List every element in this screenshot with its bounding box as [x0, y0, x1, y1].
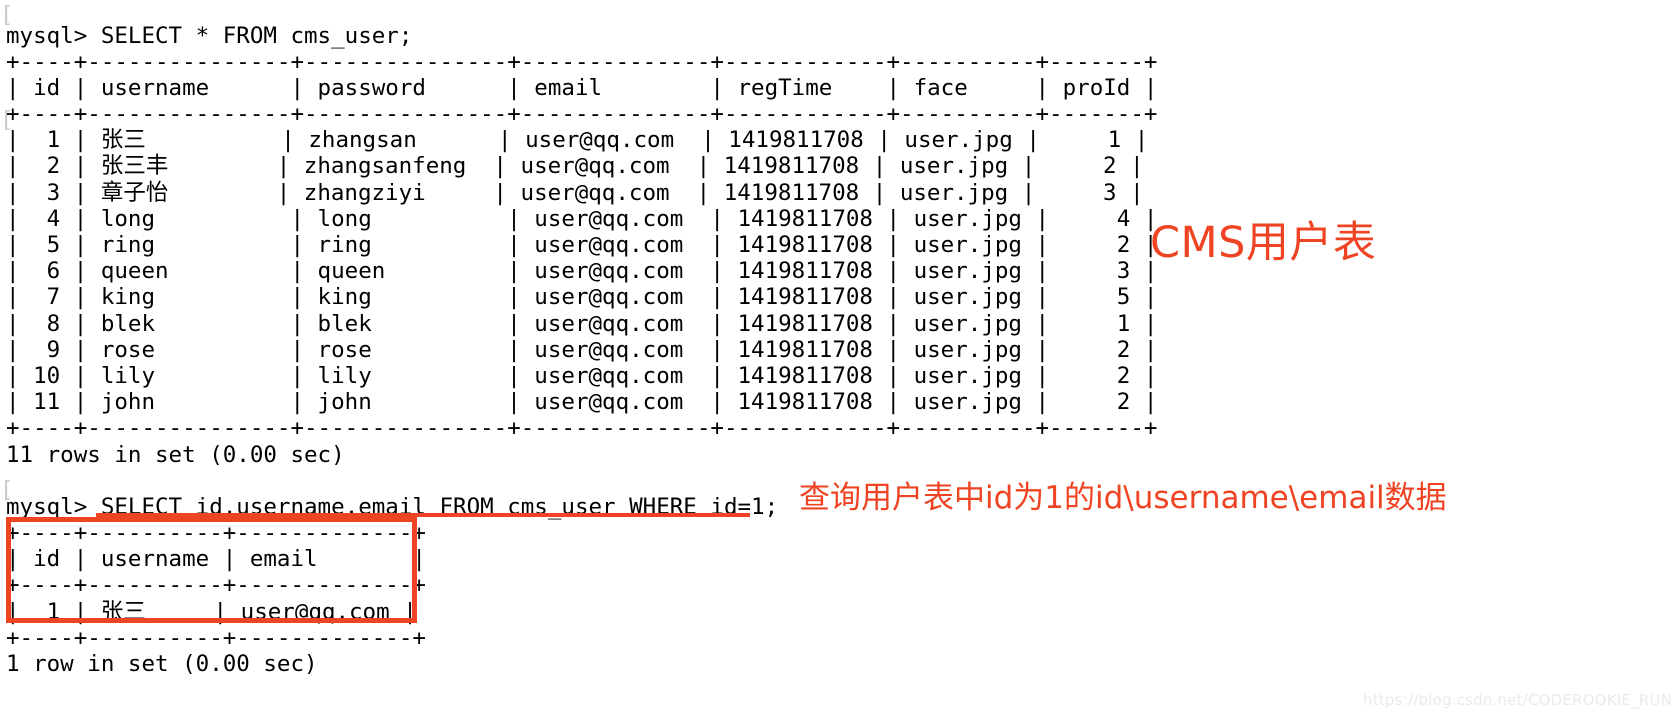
- terminal-line: +----+----------+-------------+: [6, 572, 426, 599]
- terminal-line: | id | username | password | email | reg…: [6, 74, 1158, 101]
- terminal-line: | 11 | john | john | user@qq.com | 14198…: [6, 389, 1158, 416]
- terminal-line: | 1 | 张三 | zhangsan | user@qq.com | 1419…: [6, 127, 1149, 154]
- terminal-line: | 9 | rose | rose | user@qq.com | 141981…: [6, 336, 1158, 363]
- terminal-line: | 6 | queen | queen | user@qq.com | 1419…: [6, 258, 1158, 285]
- terminal-line: mysql> SELECT * FROM cms_user;: [6, 22, 413, 49]
- watermark-url: https://blog.csdn.net/CODEROOKIE_RUN: [1363, 691, 1672, 709]
- terminal-line: | id | username | email |: [6, 546, 426, 573]
- terminal-line: | 8 | blek | blek | user@qq.com | 141981…: [6, 310, 1158, 337]
- terminal-line: | 2 | 张三丰 | zhangsanfeng | user@qq.com |…: [6, 153, 1144, 180]
- terminal-line: +----+---------------+---------------+--…: [6, 415, 1158, 442]
- red-underline-query2: [96, 513, 750, 517]
- terminal-output[interactable]: mysql> SELECT * FROM cms_user; +----+----…: [6, 23, 1157, 678]
- terminal-line: +----+---------------+---------------+--…: [6, 48, 1158, 75]
- terminal-line: | 4 | long | long | user@qq.com | 141981…: [6, 205, 1158, 232]
- terminal-line: | 1 | 张三 | user@qq.com |: [6, 598, 417, 625]
- terminal-line: 1 row in set (0.00 sec): [6, 651, 318, 677]
- annotation-query-note: 查询用户表中id为1的id\username\email数据: [799, 480, 1447, 516]
- terminal-line: | 7 | king | king | user@qq.com | 141981…: [6, 284, 1158, 311]
- terminal-line: 11 rows in set (0.00 sec): [6, 441, 345, 468]
- terminal-line: | 5 | ring | ring | user@qq.com | 141981…: [6, 232, 1158, 258]
- terminal-line: | 3 | 章子怡 | zhangziyi | user@qq.com | 14…: [6, 179, 1144, 206]
- annotation-cms-title: CMS用户表: [1150, 218, 1377, 268]
- terminal-line: | 10 | lily | lily | user@qq.com | 14198…: [6, 362, 1158, 389]
- terminal-line: +----+----------+-------------+: [6, 520, 426, 547]
- terminal-line: +----+----------+-------------+: [6, 624, 426, 651]
- terminal-line: +----+---------------+---------------+--…: [6, 101, 1158, 128]
